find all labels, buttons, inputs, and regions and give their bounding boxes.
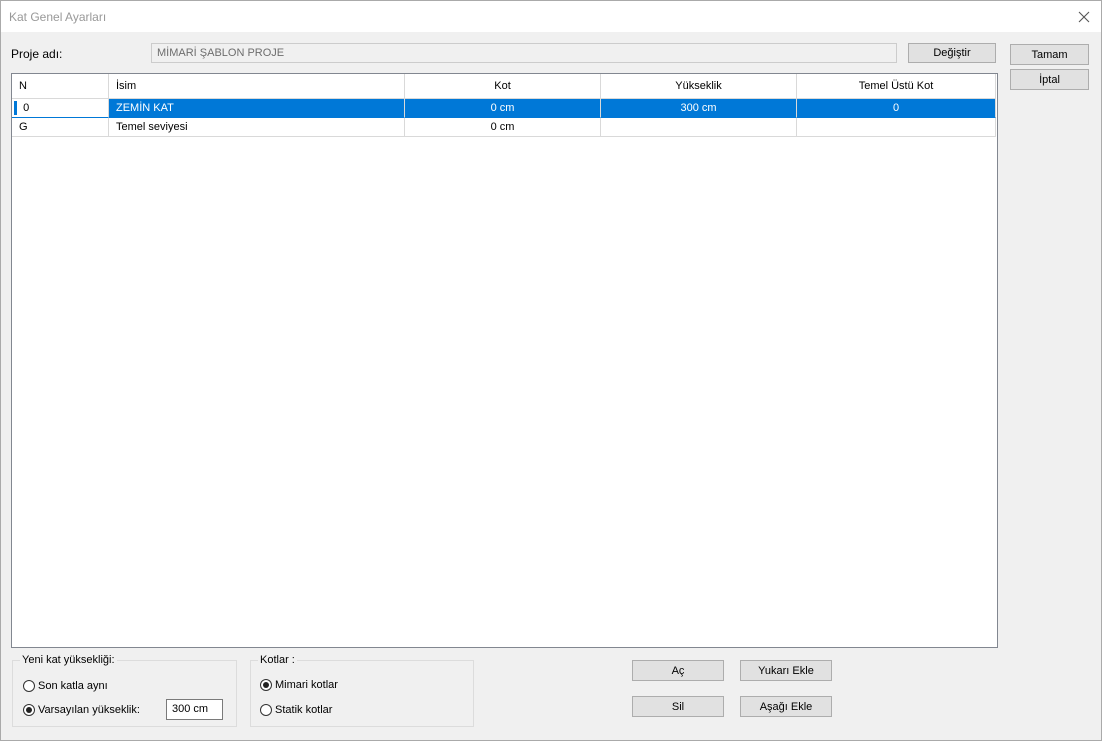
levels-group: Kotlar : Mimari kotlar Statik kotlar [250, 654, 474, 727]
open-button[interactable]: Aç [632, 660, 724, 681]
row-kot-cell[interactable]: 0 cm [405, 99, 601, 118]
radio-architectural-levels-label[interactable]: Mimari kotlar [275, 679, 338, 691]
row-base-kot-cell[interactable] [797, 118, 996, 137]
table-header: N İsim Kot Yükseklik Temel Üstü Kot [12, 74, 997, 99]
radio-same-as-last-label[interactable]: Son katla aynı [38, 680, 108, 692]
project-name-field: MİMARİ ŞABLON PROJE [151, 43, 897, 63]
row-kot-cell[interactable]: 0 cm [405, 118, 601, 137]
column-header-kot[interactable]: Kot [405, 74, 601, 99]
radio-static-levels[interactable] [260, 704, 272, 716]
window-title: Kat Genel Ayarları [9, 10, 107, 24]
column-header-n[interactable]: N [12, 74, 109, 99]
row-n-cell[interactable]: G [12, 118, 109, 137]
radio-same-as-last[interactable] [23, 680, 35, 692]
add-above-button[interactable]: Yukarı Ekle [740, 660, 832, 681]
row-n-cell[interactable]: 0 [12, 99, 109, 118]
close-icon [1078, 11, 1090, 22]
table-row[interactable]: G Temel seviyesi 0 cm [12, 118, 997, 137]
table-row[interactable]: 0 ZEMİN KAT 0 cm 300 cm 0 [12, 99, 997, 118]
default-height-input[interactable]: 300 cm [166, 699, 223, 720]
column-header-base-kot[interactable]: Temel Üstü Kot [797, 74, 996, 99]
row-height-cell[interactable]: 300 cm [601, 99, 797, 118]
row-n-value: 0 [23, 102, 30, 114]
row-height-cell[interactable] [601, 118, 797, 137]
radio-static-levels-label[interactable]: Statik kotlar [275, 704, 332, 716]
row-base-kot-cell[interactable]: 0 [797, 99, 996, 118]
column-header-name[interactable]: İsim [109, 74, 405, 99]
change-button[interactable]: Değiştir [908, 43, 996, 63]
cancel-button[interactable]: İptal [1010, 69, 1089, 90]
radio-default-height-label[interactable]: Varsayılan yükseklik: [38, 704, 140, 716]
radio-default-height[interactable] [23, 704, 35, 716]
column-header-height[interactable]: Yükseklik [601, 74, 797, 99]
floors-table[interactable]: N İsim Kot Yükseklik Temel Üstü Kot 0 ZE… [11, 73, 998, 648]
row-name-cell[interactable]: ZEMİN KAT [109, 99, 405, 118]
ok-button[interactable]: Tamam [1010, 44, 1089, 65]
dialog-window: Kat Genel Ayarları Proje adı: MİMARİ ŞAB… [0, 0, 1102, 741]
delete-button[interactable]: Sil [632, 696, 724, 717]
close-button[interactable] [1067, 1, 1101, 32]
add-below-button[interactable]: Aşağı Ekle [740, 696, 832, 717]
title-bar: Kat Genel Ayarları [1, 1, 1101, 32]
levels-title: Kotlar : [258, 654, 297, 666]
radio-architectural-levels[interactable] [260, 679, 272, 691]
new-floor-height-group: Yeni kat yüksekliği: Son katla aynı Vars… [12, 654, 237, 727]
new-floor-height-title: Yeni kat yüksekliği: [20, 654, 117, 666]
project-name-label: Proje adı: [11, 47, 63, 61]
edit-marker-icon [14, 101, 17, 116]
row-name-cell[interactable]: Temel seviyesi [109, 118, 405, 137]
